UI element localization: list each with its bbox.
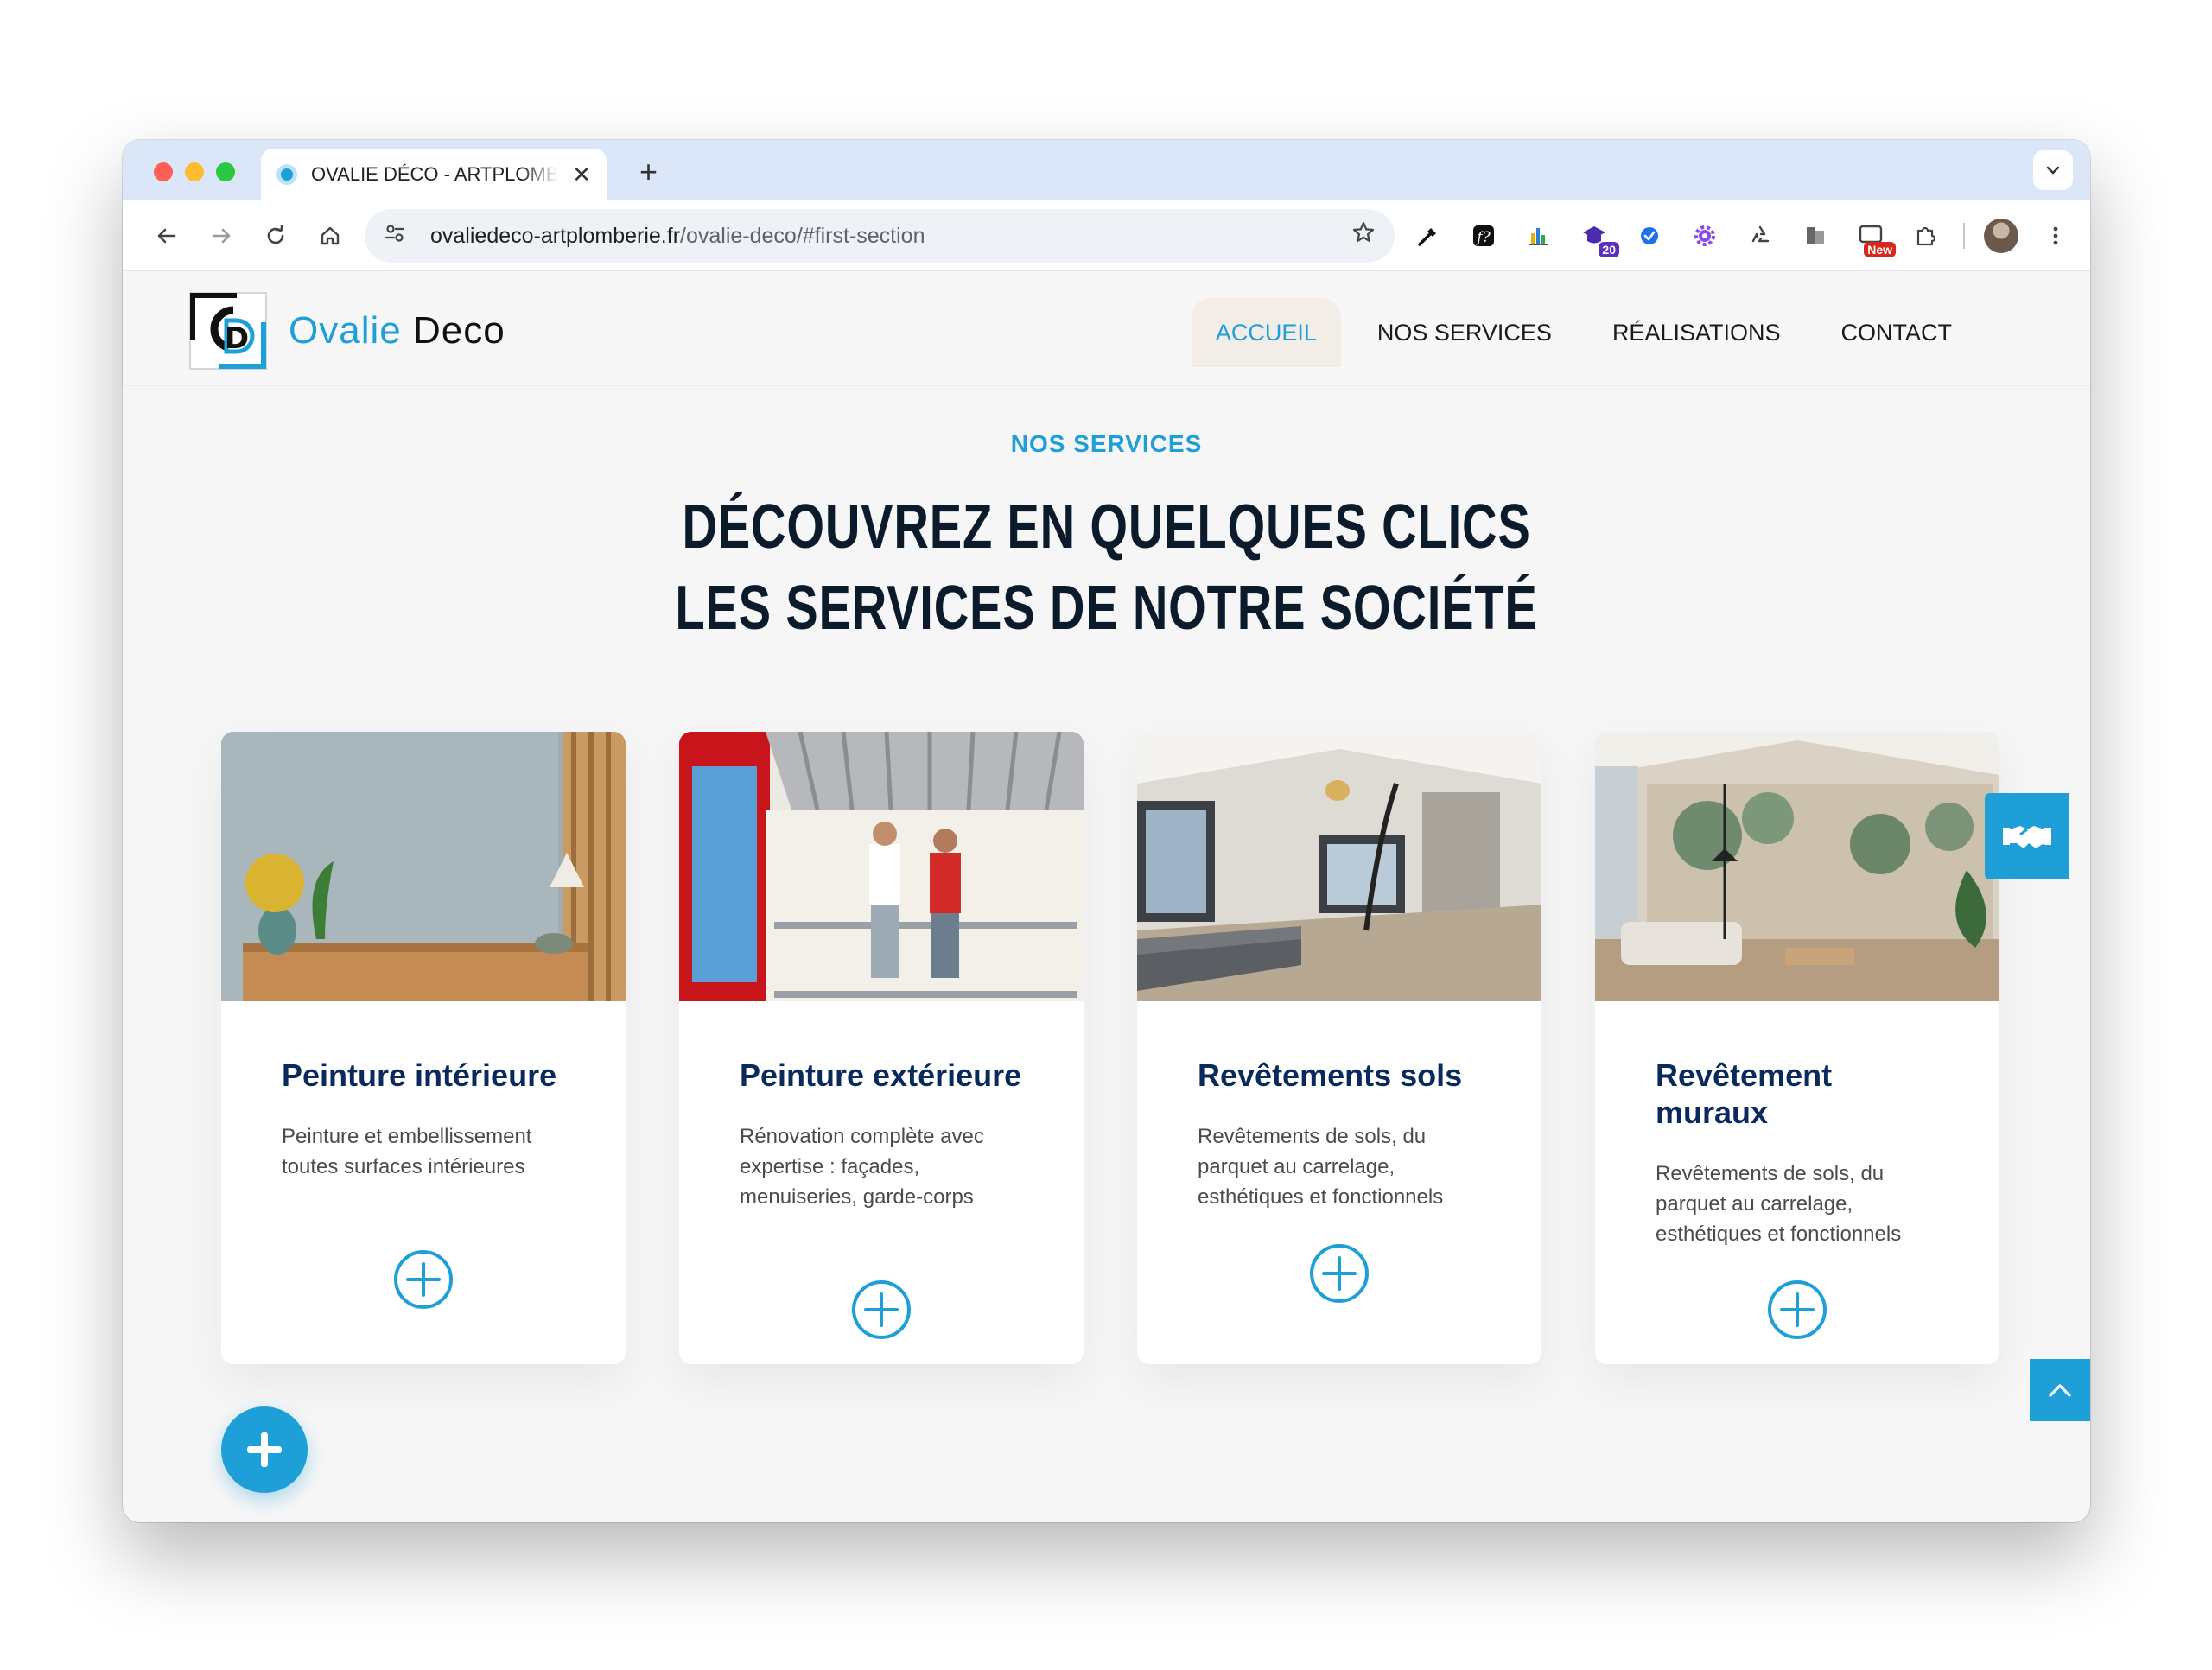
home-icon[interactable] [312, 218, 348, 254]
chart-extension-icon[interactable] [1521, 218, 1557, 254]
browser-toolbar: ovaliedeco-artplomberie.fr/ovalie-deco/#… [123, 200, 2090, 271]
scroll-to-top-button[interactable] [2030, 1359, 2090, 1421]
maximize-window-button[interactable] [216, 162, 235, 181]
card-body: Peinture intérieure Peinture et embellis… [221, 1001, 626, 1182]
logo-mark-icon: D [188, 291, 268, 371]
site-logo[interactable]: D Ovalie Deco [188, 291, 505, 371]
browser-tab[interactable]: OVALIE DÉCO - ARTPLOMBERIE ✕ [261, 149, 607, 200]
card-description: Revêtements de sols, du parquet au carre… [1198, 1125, 1444, 1209]
extension-badge-new: New [1864, 242, 1896, 257]
profile-avatar[interactable] [1984, 219, 2018, 253]
card-title: Peinture intérieure [282, 1057, 557, 1093]
handshake-side-button[interactable] [1985, 793, 2069, 879]
service-card-peinture-interieure[interactable]: Peinture intérieure Peinture et embellis… [221, 732, 626, 1364]
reload-icon[interactable] [257, 218, 294, 254]
section-headline: DÉCOUVREZ EN QUELQUES CLICS LES SERVICES… [123, 486, 2090, 649]
card-description: Peinture et embellissement toutes surfac… [282, 1125, 532, 1178]
section-eyebrow: NOS SERVICES [1010, 430, 1203, 457]
service-card-revetement-muraux[interactable]: Revêtement muraux Revêtements de sols, d… [1595, 732, 1999, 1364]
card-title: Revêtement muraux [1656, 1057, 1833, 1130]
plus-icon-v [261, 1432, 268, 1467]
main-navigation: ACCUEIL NOS SERVICES RÉALISATIONS CONTAC… [1191, 298, 1977, 367]
svg-text:f?: f? [1475, 229, 1491, 246]
interior-paint-image [221, 732, 626, 1001]
card-title: Revêtements sols [1198, 1057, 1463, 1093]
svg-text:D: D [225, 321, 249, 356]
puzzle-extensions-icon[interactable] [1908, 218, 1944, 254]
url-host: ovaliedeco-artplomberie.fr [430, 223, 681, 248]
browser-window: OVALIE DÉCO - ARTPLOMBERIE ✕ + ovaliedec… [123, 140, 2090, 1522]
card-plus-icon[interactable] [852, 1280, 911, 1339]
nav-item-nos-services[interactable]: NOS SERVICES [1353, 298, 1576, 367]
tab-search-chevron-icon[interactable] [2033, 150, 2073, 190]
extensions-row: f? 20 New [1410, 218, 2074, 257]
eyedropper-extension-icon[interactable] [1410, 218, 1446, 254]
services-cards: Peinture intérieure Peinture et embellis… [221, 732, 1999, 1364]
font-extension-icon[interactable]: f? [1465, 218, 1502, 254]
new-tab-button[interactable]: + [639, 154, 658, 190]
toolbar-separator [1963, 223, 1965, 249]
window-controls [154, 162, 235, 181]
site-settings-icon[interactable] [384, 222, 418, 251]
card-description: Revêtements de sols, du parquet au carre… [1656, 1162, 1902, 1246]
back-arrow-icon[interactable] [149, 218, 185, 254]
site-header: D Ovalie Deco ACCUEIL NOS SERVICES RÉALI… [123, 272, 2090, 386]
site-favicon-icon [276, 164, 297, 185]
card-plus-icon[interactable] [1310, 1244, 1369, 1303]
nav-item-contact[interactable]: CONTACT [1817, 298, 1977, 367]
card-description: Rénovation complète avec expertise : faç… [740, 1125, 984, 1209]
exterior-paint-image [679, 732, 1084, 1001]
minimize-window-button[interactable] [185, 162, 204, 181]
service-card-peinture-exterieure[interactable]: Peinture extérieure Rénovation complète … [679, 732, 1084, 1364]
tab-title: OVALIE DÉCO - ARTPLOMBERIE [311, 163, 559, 185]
card-plus-icon[interactable] [394, 1250, 453, 1309]
tab-close-icon[interactable]: ✕ [572, 162, 591, 188]
forward-arrow-icon[interactable] [203, 218, 239, 254]
card-body: Peinture extérieure Rénovation complète … [679, 1001, 1084, 1212]
docs-extension-icon[interactable] [1797, 218, 1834, 254]
bookmark-star-icon[interactable] [1351, 220, 1376, 251]
floating-plus-button[interactable] [221, 1406, 308, 1493]
logo-word-deco: Deco [412, 309, 505, 352]
card-body: Revêtements sols Revêtements de sols, du… [1137, 1001, 1541, 1212]
nav-item-accueil[interactable]: ACCUEIL [1191, 298, 1341, 367]
tab-strip: OVALIE DÉCO - ARTPLOMBERIE ✕ + [123, 140, 2090, 200]
logo-wordmark: Ovalie Deco [289, 309, 505, 352]
check-extension-icon[interactable] [1631, 218, 1668, 254]
extension-badge-count: 20 [1599, 242, 1619, 257]
card-title: Peinture extérieure [740, 1057, 1022, 1093]
address-bar[interactable]: ovaliedeco-artplomberie.fr/ovalie-deco/#… [365, 209, 1395, 263]
close-window-button[interactable] [154, 162, 173, 181]
gear-extension-icon[interactable] [1687, 218, 1723, 254]
new-extension-icon[interactable]: New [1853, 218, 1896, 257]
headline-line-1: DÉCOUVREZ EN QUELQUES CLICS [682, 492, 1531, 562]
service-card-revetements-sols[interactable]: Revêtements sols Revêtements de sols, du… [1137, 732, 1541, 1364]
more-menu-icon[interactable] [2037, 218, 2074, 254]
logo-word-ovalie: Ovalie [289, 309, 402, 352]
headline-line-2: LES SERVICES DE NOTRE SOCIÉTÉ [675, 574, 1538, 643]
recycle-extension-icon[interactable] [1742, 218, 1778, 254]
url-text: ovaliedeco-artplomberie.fr/ovalie-deco/#… [430, 224, 925, 249]
flooring-image [1137, 732, 1541, 1001]
nav-item-realisations[interactable]: RÉALISATIONS [1588, 298, 1805, 367]
handshake-icon [2003, 826, 2051, 848]
card-body: Revêtement muraux Revêtements de sols, d… [1595, 1001, 1999, 1249]
graduation-extension-icon[interactable]: 20 [1576, 218, 1619, 257]
wall-covering-image [1595, 732, 1999, 1001]
card-plus-icon[interactable] [1768, 1280, 1827, 1339]
page-viewport: D Ovalie Deco ACCUEIL NOS SERVICES RÉALI… [123, 272, 2090, 1522]
chevron-up-icon [2049, 1384, 2071, 1397]
url-path: /ovalie-deco/#first-section [680, 223, 925, 248]
